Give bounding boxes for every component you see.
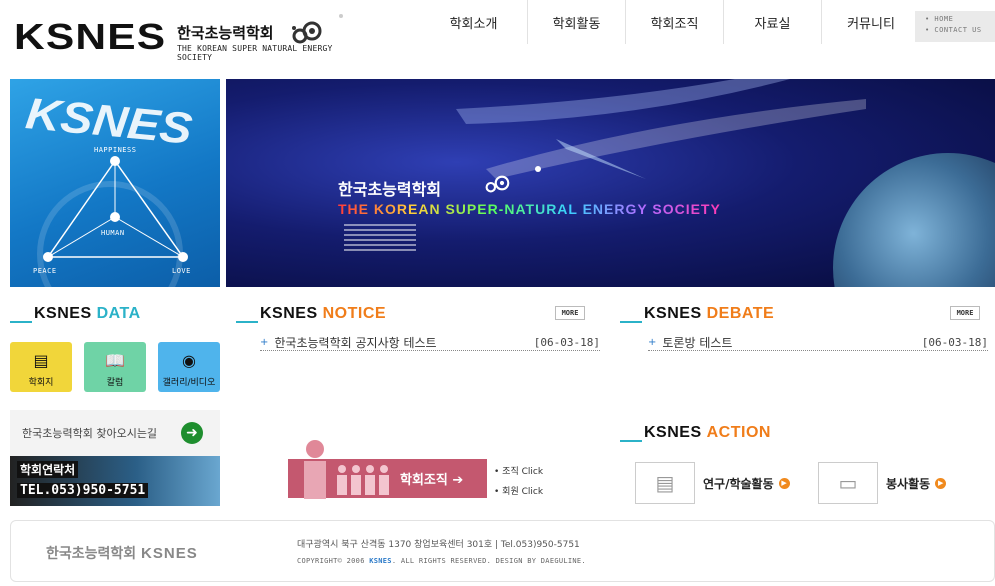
- organization-banner[interactable]: 학회조직 ➔: [288, 440, 487, 499]
- organization-links: • 조직 Click • 회원 Click: [494, 462, 543, 502]
- research-button[interactable]: ▤ 연구/학술활동 ▶: [635, 462, 790, 504]
- banner-main: 한국초능력학회 THE KOREAN SUPER-NATURAL ENERGY …: [226, 79, 995, 287]
- debate-section-title: KSNES DEBATE: [620, 305, 774, 323]
- debate-item[interactable]: + 토론방 테스트 [06-03-18]: [648, 335, 988, 351]
- nav-activities[interactable]: 학회활동: [528, 0, 626, 44]
- main-nav: 학회소개 학회활동 학회조직 자료실 커뮤니티: [420, 0, 920, 44]
- research-label: 연구/학술활동: [703, 476, 774, 491]
- debate-item-date: [06-03-18]: [921, 336, 988, 349]
- contact-box: 학회연락처 TEL.053)950-5751: [10, 456, 220, 506]
- label-love: LOVE: [172, 267, 191, 275]
- notice-more-button[interactable]: MORE: [555, 306, 585, 320]
- monitor-icon: ▭: [818, 462, 878, 504]
- notice-section-title: KSNES NOTICE: [236, 305, 386, 323]
- arrow-right-icon: ➔: [452, 473, 464, 488]
- notice-item[interactable]: + 한국초능력학회 공지사항 테스트 [06-03-18]: [260, 335, 600, 351]
- logo-text: KSNES: [14, 16, 167, 57]
- label-human: HUMAN: [101, 229, 125, 237]
- eye-icon: ◉: [182, 351, 196, 370]
- contact-us-link[interactable]: • CONTACT US: [925, 25, 995, 36]
- banner-title-english: THE KOREAN SUPER-NATURAL ENERGY SOCIETY: [338, 201, 721, 217]
- nav-about[interactable]: 학회소개: [420, 0, 528, 44]
- organization-label: 학회조직 ➔: [400, 473, 464, 488]
- book-icon: ▤: [33, 351, 49, 370]
- contact-label: 학회연락처: [17, 461, 79, 478]
- debate-item-title[interactable]: 토론방 테스트: [662, 334, 921, 351]
- arrow-icon: ▶: [778, 477, 790, 489]
- debate-more-button[interactable]: MORE: [950, 306, 980, 320]
- action-section-title: KSNES ACTION: [620, 424, 771, 442]
- banner-small-text: [344, 224, 416, 254]
- page: KSNES 한국초능력학회 THE KOREAN SUPER NATURAL E…: [0, 0, 995, 586]
- volunteer-button[interactable]: ▭ 봉사활동 ▶: [818, 462, 947, 504]
- logo-circles-icon: [292, 14, 343, 44]
- nav-community[interactable]: 커뮤니티: [822, 0, 920, 44]
- gallery-video-button[interactable]: ◉ 갤러리/비디오: [158, 342, 220, 392]
- column-label: 칼럼: [106, 378, 124, 388]
- open-book-icon: 📖: [105, 351, 125, 370]
- journal-label: 학회지: [28, 378, 54, 388]
- label-peace: PEACE: [33, 267, 57, 275]
- org-link-structure[interactable]: • 조직 Click: [494, 462, 543, 482]
- arrow-icon: ▶: [935, 477, 947, 489]
- footer-logo: 한국초능력학회 KSNES: [46, 545, 198, 562]
- data-section-title: KSNES DATA: [10, 305, 141, 323]
- logo-korean-name: 한국초능력학회: [177, 24, 274, 42]
- banner-left: KSNES HAPPINESS HUMAN PEACE LOVE: [10, 79, 220, 287]
- triangle-diagram: [37, 156, 188, 287]
- volunteer-label: 봉사활동: [886, 476, 931, 491]
- bullet-icon: +: [648, 337, 657, 348]
- arrow-right-icon[interactable]: ➜: [181, 422, 203, 444]
- find-us-text: 한국초능력학회 찾아오시는길: [22, 427, 158, 440]
- column-button[interactable]: 📖 칼럼: [84, 342, 146, 392]
- contact-phone: TEL.053)950-5751: [17, 483, 149, 498]
- nav-archive[interactable]: 자료실: [724, 0, 822, 44]
- journal-button[interactable]: ▤ 학회지: [10, 342, 72, 392]
- nav-organization[interactable]: 학회조직: [626, 0, 724, 44]
- notice-item-date: [06-03-18]: [533, 336, 600, 349]
- banner-title-korean: 한국초능력학회: [338, 180, 442, 199]
- notice-item-title[interactable]: 한국초능력학회 공지사항 테스트: [274, 334, 533, 351]
- bullet-icon: +: [260, 337, 269, 348]
- banner-circles-icon: [485, 175, 510, 193]
- document-icon: ▤: [635, 462, 695, 504]
- footer-address: 대구광역시 북구 산격동 1370 창업보육센터 301호 | Tel.053)…: [297, 540, 580, 550]
- gallery-label: 갤러리/비디오: [162, 378, 216, 388]
- org-link-members[interactable]: • 회원 Click: [494, 482, 543, 502]
- utility-links: • HOME • CONTACT US: [915, 11, 995, 42]
- home-link[interactable]: • HOME: [925, 14, 995, 25]
- site-logo[interactable]: KSNES 한국초능력학회 THE KOREAN SUPER NATURAL E…: [14, 14, 364, 62]
- label-happiness: HAPPINESS: [94, 146, 137, 154]
- footer: 한국초능력학회 KSNES 대구광역시 북구 산격동 1370 창업보육센터 3…: [10, 520, 995, 582]
- people-icon: [304, 440, 389, 499]
- footer-copyright: COPYRIGHT© 2006 KSNES. ALL RIGHTS RESERV…: [297, 557, 586, 565]
